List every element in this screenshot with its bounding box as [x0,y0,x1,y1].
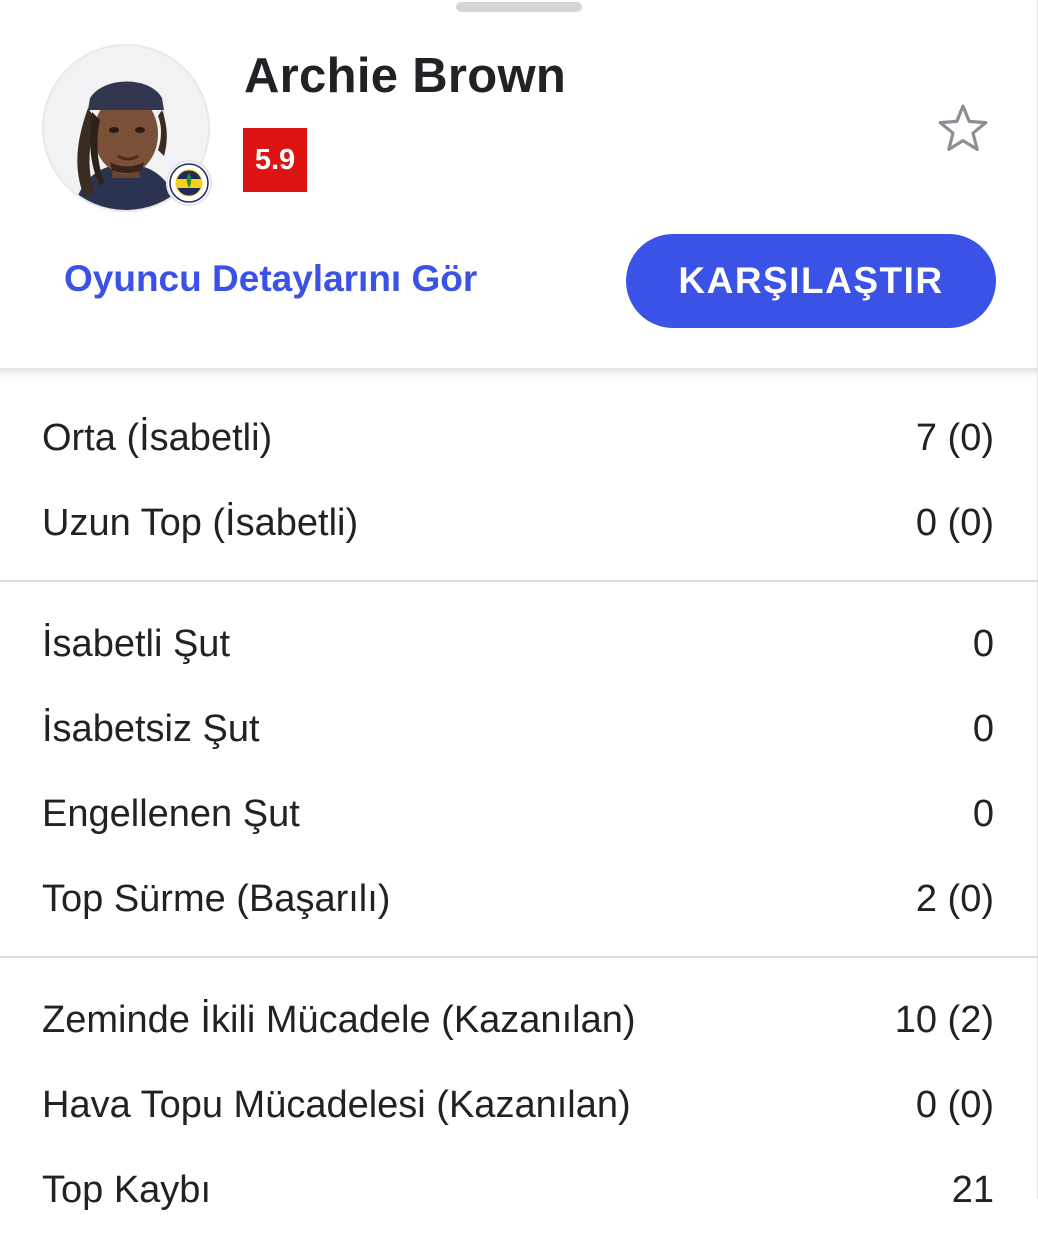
player-header: Archie Brown 5.9 Oyuncu Detaylarını Gör … [0,0,1038,370]
stat-row-shots-on-target: İsabetli Şut 0 [0,602,1038,687]
section-divider [0,580,1038,582]
stat-value: 0 (0) [915,502,994,544]
stat-row-possession-lost: Top Kaybı 21 [0,1148,1038,1233]
stat-label: İsabetsiz Şut [42,708,260,750]
fenerbahce-crest-icon [166,160,212,206]
player-details-link[interactable]: Oyuncu Detaylarını Gör [64,258,477,300]
star-outline-icon[interactable] [934,100,992,158]
stats-list: Orta (İsabetli) 7 (0) Uzun Top (İsabetli… [0,396,1038,1233]
compare-button[interactable]: KARŞILAŞTIR [626,234,996,328]
stat-label: İsabetli Şut [42,623,230,665]
player-name: Archie Brown [244,49,567,103]
stat-group-passing: Orta (İsabetli) 7 (0) Uzun Top (İsabetli… [0,396,1038,566]
stat-row-shots-off-target: İsabetsiz Şut 0 [0,687,1038,772]
stat-value: 0 [972,623,994,665]
stat-label: Zeminde İkili Mücadele (Kazanılan) [42,999,636,1041]
stat-value: 10 (2) [894,999,994,1041]
section-divider [0,956,1038,958]
stat-value: 0 (0) [915,1084,994,1126]
stat-label: Top Sürme (Başarılı) [42,878,391,920]
stat-value: 21 [951,1169,994,1211]
stat-value: 7 (0) [915,417,994,459]
stat-row-blocked-shots: Engellenen Şut 0 [0,772,1038,857]
stat-label: Engellenen Şut [42,793,300,835]
stat-label: Top Kaybı [42,1169,211,1211]
stat-label: Orta (İsabetli) [42,417,273,459]
stat-row-ground-duels: Zeminde İkili Mücadele (Kazanılan) 10 (2… [0,978,1038,1063]
stat-label: Hava Topu Mücadelesi (Kazanılan) [42,1084,631,1126]
stat-group-duels: Zeminde İkili Mücadele (Kazanılan) 10 (2… [0,978,1038,1233]
rating-badge: 5.9 [243,128,307,192]
stat-row-aerial-duels: Hava Topu Mücadelesi (Kazanılan) 0 (0) [0,1063,1038,1148]
stat-row-long-balls: Uzun Top (İsabetli) 0 (0) [0,481,1038,566]
stat-label: Uzun Top (İsabetli) [42,502,359,544]
player-stats-sheet: Archie Brown 5.9 Oyuncu Detaylarını Gör … [0,0,1038,1211]
stat-value: 2 (0) [915,878,994,920]
stat-row-crosses: Orta (İsabetli) 7 (0) [0,396,1038,481]
stat-row-dribbles: Top Sürme (Başarılı) 2 (0) [0,857,1038,942]
stat-value: 0 [972,708,994,750]
header-divider [0,368,1038,378]
stat-value: 0 [972,793,994,835]
stat-group-attack: İsabetli Şut 0 İsabetsiz Şut 0 Engellene… [0,602,1038,942]
